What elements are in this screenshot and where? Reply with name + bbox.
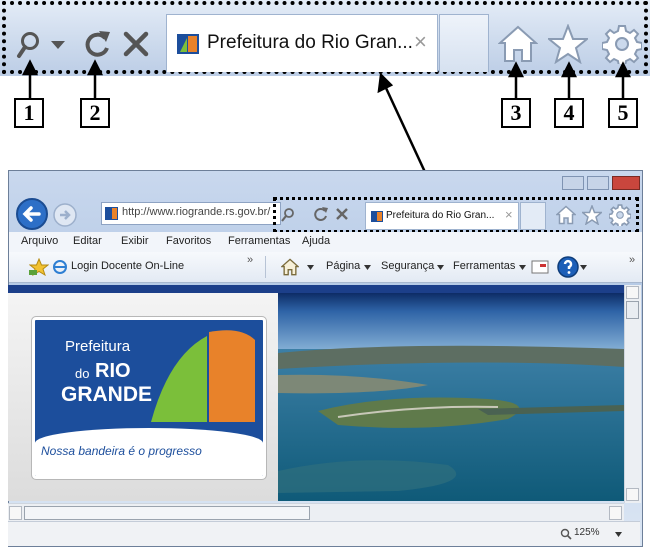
forward-button-icon[interactable] xyxy=(52,202,78,228)
mail-icon[interactable] xyxy=(531,259,549,275)
menu-arquivo[interactable]: Arquivo xyxy=(21,235,58,247)
zoom-level[interactable]: 125% xyxy=(574,527,600,538)
close-window-button[interactable] xyxy=(612,176,640,190)
horizontal-scroll-thumb[interactable] xyxy=(24,506,310,520)
favorites-star-icon[interactable] xyxy=(582,205,602,225)
command-page[interactable]: Página xyxy=(326,260,360,272)
status-bar: 125% xyxy=(8,521,640,546)
maximize-button[interactable] xyxy=(587,176,609,190)
new-tab-button[interactable] xyxy=(520,202,546,230)
address-text: http://www.riogrande.rs.gov.br/ xyxy=(122,206,271,218)
home-icon[interactable] xyxy=(281,258,299,276)
menu-ferramentas[interactable]: Ferramentas xyxy=(228,235,290,247)
stop-icon[interactable] xyxy=(335,207,349,221)
callout-4: 4 xyxy=(554,98,584,128)
zoom-magnifier-icon[interactable] xyxy=(560,528,572,540)
logo-do: do xyxy=(75,366,90,381)
menu-exibir[interactable]: Exibir xyxy=(121,235,149,247)
logo-slogan: Nossa bandeira é o progresso xyxy=(41,444,202,458)
close-tab-icon[interactable]: × xyxy=(505,207,513,222)
callout-1: 1 xyxy=(14,98,44,128)
home-icon[interactable] xyxy=(556,205,576,225)
menu-bar: Arquivo Editar Exibir Favoritos Ferramen… xyxy=(9,232,642,252)
tools-gear-icon[interactable] xyxy=(609,204,631,226)
dropdown-arrow-icon[interactable] xyxy=(364,265,371,270)
page-content: Prefeitura do RIO GRANDE Nossa bandeira … xyxy=(8,285,624,501)
dropdown-arrow-icon[interactable] xyxy=(437,265,444,270)
site-favicon-icon xyxy=(371,211,383,222)
menu-favoritos[interactable]: Favoritos xyxy=(166,235,211,247)
refresh-icon[interactable] xyxy=(313,206,329,222)
callout-3: 3 xyxy=(501,98,531,128)
site-favicon-icon xyxy=(105,207,118,220)
dropdown-arrow-icon[interactable] xyxy=(580,265,587,270)
logo-line1: Prefeitura xyxy=(65,338,131,355)
scroll-left-button[interactable] xyxy=(9,506,22,520)
dropdown-arrow-icon[interactable] xyxy=(307,265,314,270)
favorites-chevron[interactable]: » xyxy=(247,254,253,266)
scroll-up-button[interactable] xyxy=(626,286,639,299)
scroll-down-button[interactable] xyxy=(626,488,639,501)
vertical-scroll-thumb[interactable] xyxy=(626,301,639,319)
scroll-right-button[interactable] xyxy=(609,506,622,520)
favorites-bar: Login Docente On-Line » Página Segurança… xyxy=(9,252,642,283)
back-button-icon[interactable] xyxy=(15,197,49,231)
logo-rio: RIO xyxy=(95,360,131,382)
callout-2: 2 xyxy=(80,98,110,128)
help-icon[interactable] xyxy=(557,256,579,278)
aerial-photo xyxy=(278,293,624,501)
logo-flag-graphic xyxy=(151,330,255,422)
minimize-button[interactable] xyxy=(562,176,584,190)
menu-ajuda[interactable]: Ajuda xyxy=(302,235,330,247)
command-safety[interactable]: Segurança xyxy=(381,260,434,272)
vertical-scrollbar[interactable] xyxy=(624,285,641,503)
callout-5: 5 xyxy=(608,98,638,128)
menu-editar[interactable]: Editar xyxy=(73,235,102,247)
search-icon[interactable] xyxy=(281,207,295,223)
favorites-link-login[interactable]: Login Docente On-Line xyxy=(71,260,184,272)
logo-grande: GRANDE xyxy=(61,383,153,406)
ie-page-icon xyxy=(53,260,67,274)
tab-title: Prefeitura do Rio Gran... xyxy=(386,210,495,221)
command-bar-chevron[interactable]: » xyxy=(629,254,635,266)
horizontal-scrollbar[interactable] xyxy=(8,503,624,522)
address-bar[interactable]: http://www.riogrande.rs.gov.br/ xyxy=(101,202,281,225)
toolbar-divider xyxy=(265,256,266,278)
favorites-center-star-icon[interactable] xyxy=(29,258,49,276)
site-logo[interactable]: Prefeitura do RIO GRANDE Nossa bandeira … xyxy=(31,316,267,480)
dropdown-arrow-icon[interactable] xyxy=(519,265,526,270)
command-tools[interactable]: Ferramentas xyxy=(453,260,515,272)
dropdown-arrow-icon[interactable] xyxy=(615,532,622,537)
browser-tab[interactable]: Prefeitura do Rio Gran... × xyxy=(365,202,519,230)
site-header-stripe xyxy=(8,285,624,293)
